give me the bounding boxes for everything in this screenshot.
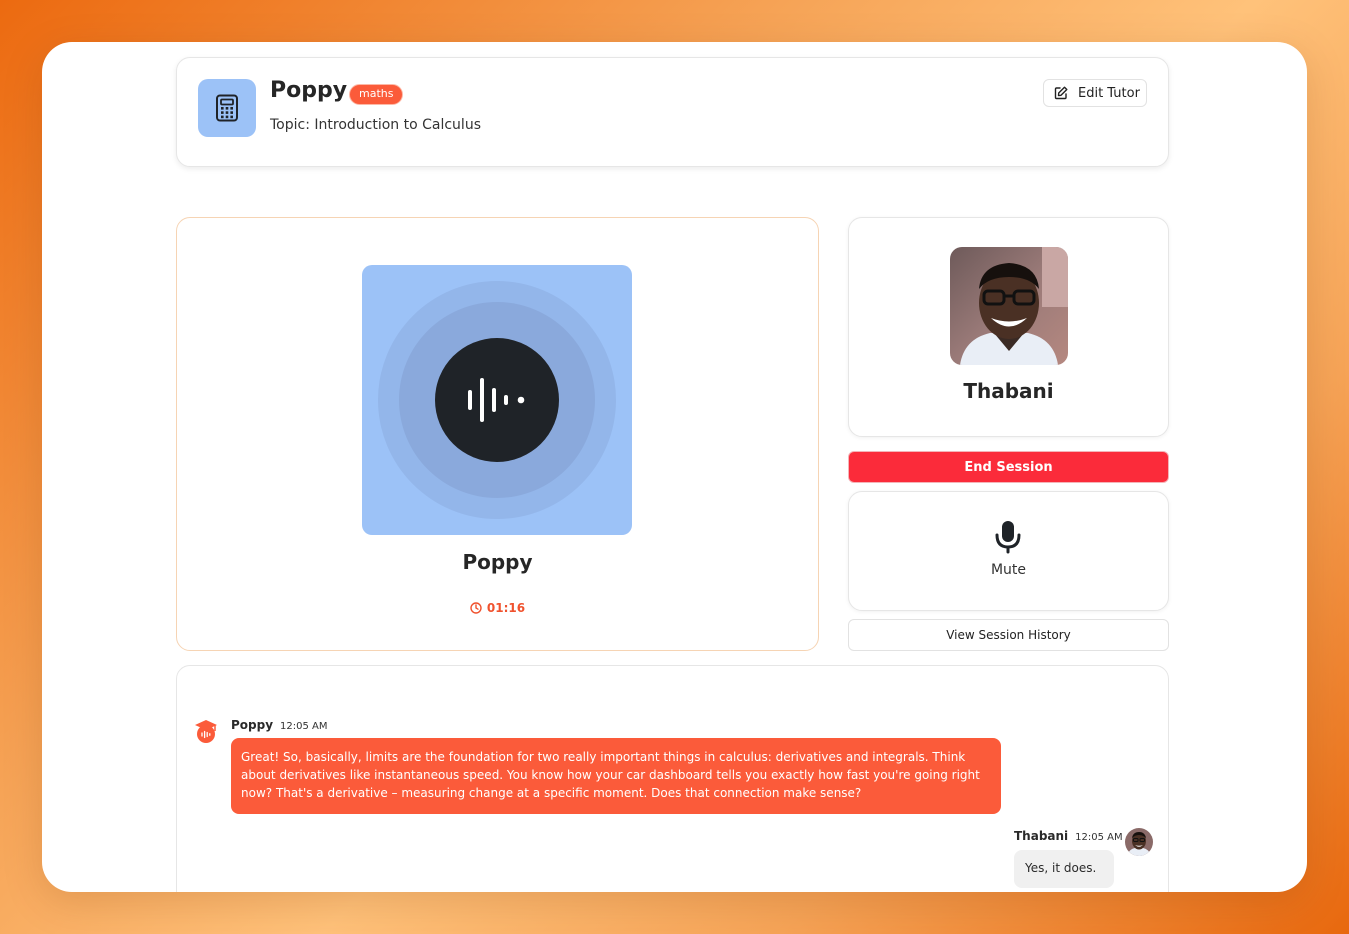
companion-voice-card: Poppy 01:16	[176, 217, 819, 651]
clock-icon	[470, 602, 482, 614]
user-card: Thabani	[848, 217, 1169, 437]
message-time: 12:05 AM	[1075, 832, 1123, 843]
edit-icon	[1054, 86, 1068, 100]
edit-tutor-button[interactable]: Edit Tutor	[1043, 79, 1147, 107]
app-window: Poppy maths Topic: Introduction to Calcu…	[42, 42, 1307, 892]
graduation-cap-icon	[192, 717, 220, 745]
user-name: Thabani	[963, 379, 1054, 403]
companion-name: Poppy	[462, 550, 533, 574]
companion-message-bubble: Great! So, basically, limits are the fou…	[231, 738, 1001, 814]
message-sender: Poppy	[231, 718, 274, 732]
user-message-bubble: Yes, it does.	[1014, 850, 1114, 888]
edit-tutor-label: Edit Tutor	[1078, 85, 1140, 101]
message-meta: Thabani 12:05 AM	[1014, 829, 1123, 843]
session-topic: Topic: Introduction to Calculus	[270, 117, 481, 133]
end-session-button[interactable]: End Session	[848, 451, 1169, 483]
message-meta: Poppy 12:05 AM	[231, 718, 328, 732]
user-avatar	[950, 247, 1068, 365]
message-time: 12:05 AM	[280, 721, 328, 732]
message-sender: Thabani	[1014, 829, 1069, 843]
transcript-card: Poppy 12:05 AM Great! So, basically, lim…	[176, 665, 1169, 892]
timer-value: 01:16	[486, 601, 526, 615]
mute-button[interactable]: Mute	[848, 491, 1169, 611]
tutor-name: Poppy	[270, 78, 348, 103]
audio-wave-icon	[435, 338, 559, 462]
mute-label: Mute	[990, 562, 1027, 578]
user-avatar-small	[1125, 828, 1153, 856]
session-timer: 01:16	[177, 601, 818, 615]
microphone-icon	[995, 521, 1021, 554]
subject-badge: maths	[349, 84, 404, 105]
voice-visualizer	[362, 265, 632, 535]
tutor-header-card: Poppy maths Topic: Introduction to Calcu…	[176, 57, 1169, 167]
calculator-icon	[198, 79, 256, 137]
view-session-history-button[interactable]: View Session History	[848, 619, 1169, 651]
